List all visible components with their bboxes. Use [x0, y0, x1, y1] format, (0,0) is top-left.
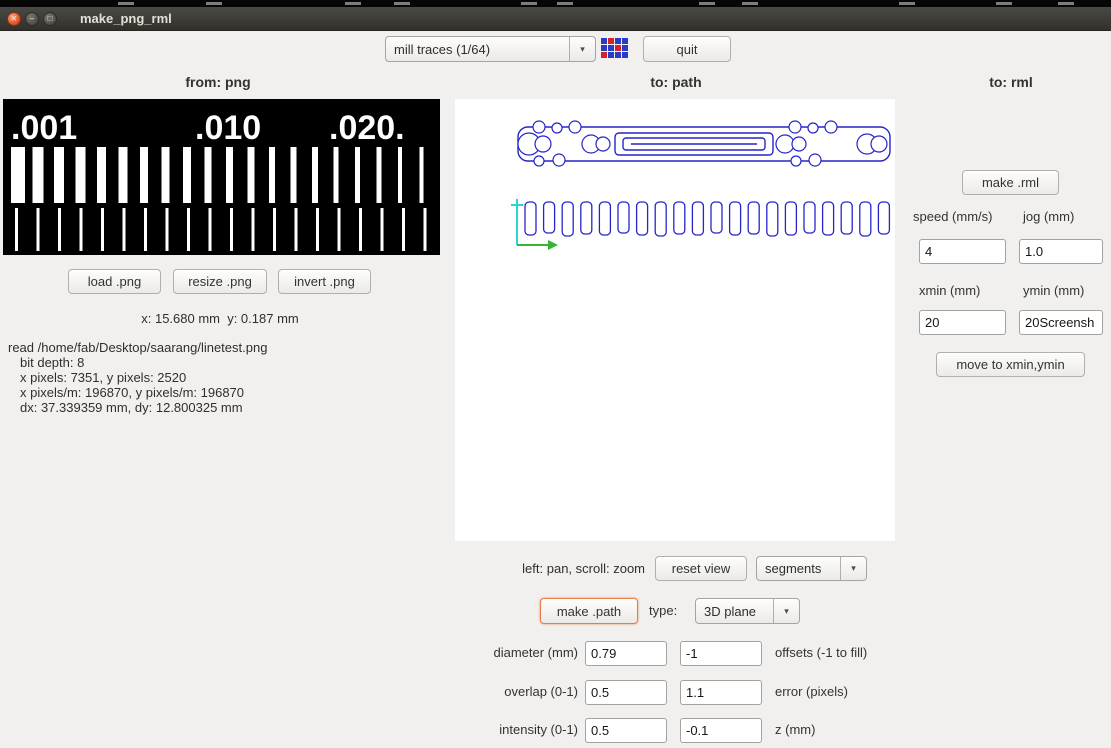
- app-window: ✕ – □ make_png_rml mill traces (1/64) ▾ …: [0, 0, 1111, 748]
- view-mode-select[interactable]: segments ▾: [756, 556, 867, 581]
- toolpath-trace: [517, 120, 891, 167]
- offsets-input[interactable]: [680, 641, 762, 666]
- fab-icon-square: [615, 45, 621, 51]
- ymin-label: ymin (mm): [1023, 283, 1085, 298]
- close-button[interactable]: ✕: [7, 12, 21, 26]
- to-rml-header: to: rml: [989, 74, 1033, 90]
- fab-icon-square: [622, 45, 628, 51]
- png-info-line: read /home/fab/Desktop/saarang/linetest.…: [8, 340, 268, 355]
- linetest-label-001: .001: [11, 109, 77, 147]
- top-strip-mark: [899, 2, 915, 5]
- fab-icon-square: [622, 52, 628, 58]
- fab-icon-square: [608, 45, 614, 51]
- top-strip-mark: [394, 2, 410, 5]
- origin-axis-icon: [511, 199, 558, 250]
- reset-view-button[interactable]: reset view: [655, 556, 747, 581]
- png-info-line: dx: 37.339359 mm, dy: 12.800325 mm: [20, 400, 243, 415]
- top-strip-mark: [742, 2, 758, 5]
- to-path-header: to: path: [650, 74, 702, 90]
- make-rml-button[interactable]: make .rml: [962, 170, 1059, 195]
- diameter-input[interactable]: [585, 641, 667, 666]
- png-preview-image: .001 .010 .020.: [3, 99, 440, 255]
- type-label: type:: [649, 603, 678, 618]
- speed-label: speed (mm/s): [913, 209, 993, 224]
- top-strip: [0, 0, 1111, 7]
- make-path-button[interactable]: make .path: [540, 598, 638, 624]
- minimize-button[interactable]: –: [25, 12, 39, 26]
- fab-icon-square: [615, 52, 621, 58]
- diameter-label: diameter (mm): [493, 645, 578, 660]
- jog-input[interactable]: [1019, 239, 1103, 264]
- top-strip-mark: [699, 2, 715, 5]
- cursor-readout: x: 15.680 mm y: 0.187 mm: [141, 311, 299, 326]
- type-select-value: 3D plane: [704, 603, 757, 619]
- process-select-value: mill traces (1/64): [394, 41, 491, 57]
- speed-input[interactable]: [919, 239, 1006, 264]
- maximize-button[interactable]: □: [43, 12, 57, 26]
- window-title: make_png_rml: [80, 11, 172, 26]
- view-mode-value: segments: [765, 561, 822, 576]
- xmin-input[interactable]: [919, 310, 1006, 335]
- png-info-line: x pixels: 7351, y pixels: 2520: [20, 370, 187, 385]
- top-strip-mark: [521, 2, 537, 5]
- fab-icon-square: [622, 38, 628, 44]
- fab-icon-square: [601, 38, 607, 44]
- process-select[interactable]: mill traces (1/64) ▾: [385, 36, 596, 62]
- toolpath-pads: [524, 201, 891, 237]
- overlap-label: overlap (0-1): [504, 684, 578, 699]
- titlebar: ✕ – □ make_png_rml: [0, 7, 1111, 31]
- top-strip-mark: [345, 2, 361, 5]
- top-strip-mark: [1058, 2, 1074, 5]
- overlap-input[interactable]: [585, 680, 667, 705]
- error-label: error (pixels): [775, 684, 848, 699]
- move-to-xmin-ymin-button[interactable]: move to xmin,ymin: [936, 352, 1085, 377]
- jog-label: jog (mm): [1023, 209, 1075, 224]
- resize-png-button[interactable]: resize .png: [173, 269, 267, 294]
- type-select[interactable]: 3D plane ▾: [695, 598, 800, 624]
- fab-icon-square: [608, 38, 614, 44]
- png-info-line: x pixels/m: 196870, y pixels/m: 196870: [20, 385, 245, 400]
- z-input[interactable]: [680, 718, 762, 743]
- invert-png-button[interactable]: invert .png: [278, 269, 371, 294]
- chevron-down-icon: ▾: [773, 599, 799, 623]
- offsets-label: offsets (-1 to fill): [775, 645, 868, 660]
- load-png-button[interactable]: load .png: [68, 269, 161, 294]
- linetest-label-010: .010: [195, 109, 261, 147]
- top-strip-mark: [996, 2, 1012, 5]
- from-png-header: from: png: [185, 74, 251, 90]
- fab-modules-icon: [601, 38, 628, 58]
- error-input[interactable]: [680, 680, 762, 705]
- z-label: z (mm): [775, 722, 816, 737]
- intensity-input[interactable]: [585, 718, 667, 743]
- intensity-label: intensity (0-1): [499, 722, 578, 737]
- top-strip-mark: [206, 2, 222, 5]
- linetest-label-020: .020.: [329, 109, 405, 147]
- fab-icon-square: [601, 45, 607, 51]
- xmin-label: xmin (mm): [919, 283, 981, 298]
- fab-icon-square: [608, 52, 614, 58]
- top-strip-mark: [557, 2, 573, 5]
- path-canvas[interactable]: [455, 99, 895, 541]
- chevron-down-icon: ▾: [569, 37, 595, 61]
- png-info-line: bit depth: 8: [20, 355, 85, 370]
- top-strip-mark: [118, 2, 134, 5]
- pan-zoom-hint: left: pan, scroll: zoom: [522, 561, 645, 576]
- fab-icon-square: [601, 52, 607, 58]
- chevron-down-icon: ▾: [840, 557, 866, 580]
- png-info-block: read /home/fab/Desktop/saarang/linetest.…: [8, 340, 267, 415]
- ymin-input[interactable]: [1019, 310, 1103, 335]
- quit-button[interactable]: quit: [643, 36, 731, 62]
- fab-icon-square: [615, 38, 621, 44]
